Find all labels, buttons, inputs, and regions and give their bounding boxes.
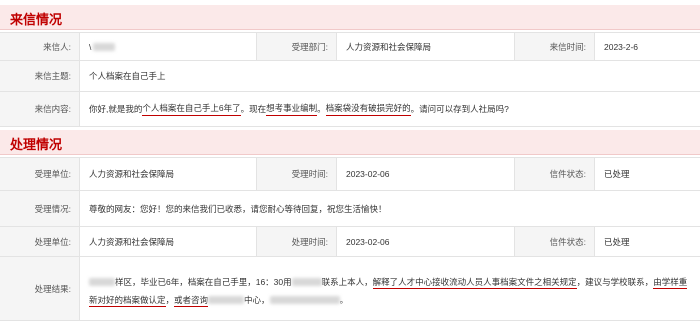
handle-time-label: 处理时间: [257, 227, 337, 256]
status-label: 信件状态: [515, 158, 595, 190]
handle-time-value: 2023-02-06 [337, 227, 515, 256]
result-text: 联系上本人， [321, 276, 373, 287]
result-text: 。 [339, 294, 349, 305]
accept-info-label: 受理情况: [0, 191, 80, 226]
accept-info-value: 尊敬的网友：您好！您的来信我们已收悉，请您耐心等待回复，祝您生活愉快！ [80, 191, 700, 226]
result-text-block: 样区，毕业已6年，档案在自己手里，16：30用 联系上本人，解释了人才中心接收流动… [89, 269, 700, 309]
result-text: 中心， [244, 294, 270, 305]
redacted-block [89, 278, 115, 287]
handle-unit-value: 人力资源和社会保障局 [80, 227, 257, 256]
result-text: ，建议与学校联系， [576, 276, 654, 287]
dept-label: 受理部门: [257, 33, 337, 60]
letter-section-header: 来信情况 [0, 5, 700, 30]
redacted-block [93, 42, 116, 51]
content-value: 你好,就是我的 个人档案在自己手上6年了 。现在 想考事业编制。档案袋没有破损完好的。… [80, 92, 700, 126]
accept-time-value: 2023-02-06 [337, 158, 515, 190]
accept-unit-label: 受理单位: [0, 158, 80, 190]
sender-value: \ [80, 33, 257, 60]
result-label: 处理结果: [0, 257, 80, 320]
result-underlined: 或者咨询 [174, 294, 209, 307]
status2-label: 信件状态: [515, 227, 595, 256]
handling-section-header: 处理情况 [0, 130, 700, 155]
status-value: 已处理 [595, 158, 700, 190]
content-text: 。请问可以存到人社局吗? [410, 104, 509, 114]
result-underlined: 解释了人才中心接收流动人员人事档案文件之相关规定 [372, 276, 577, 289]
sender-name: \ [89, 41, 92, 52]
redacted-block [269, 296, 340, 305]
table-row: 处理单位: 人力资源和社会保障局 处理时间: 2023-02-06 信件状态: … [0, 227, 700, 257]
table-row: 受理情况: 尊敬的网友：您好！您的来信我们已收悉，请您耐心等待回复，祝您生活愉快… [0, 191, 700, 227]
table-row: 处理结果: 样区，毕业已6年，档案在自己手里，16：30用 联系上本人，解释了人才… [0, 257, 700, 321]
status2-value: 已处理 [595, 227, 700, 256]
date-label: 来信时间: [515, 33, 595, 60]
subject-label: 来信主题: [0, 61, 80, 91]
handle-unit-label: 处理单位: [0, 227, 80, 256]
handling-section-title: 处理情况 [10, 138, 63, 153]
content-underlined: 个人档案在自己手上6年了 [142, 102, 241, 116]
content-text: 。 [317, 104, 326, 114]
result-value: 样区，毕业已6年，档案在自己手里，16：30用 联系上本人，解释了人才中心接收流动… [80, 257, 700, 320]
table-row: 受理单位: 人力资源和社会保障局 受理时间: 2023-02-06 信件状态: … [0, 158, 700, 191]
table-row: 来信主题: 个人档案在自己手上 [0, 61, 700, 92]
accept-unit-value: 人力资源和社会保障局 [80, 158, 257, 190]
sender-label: 来信人: [0, 33, 80, 60]
content-underlined: 档案袋没有破损完好的 [325, 102, 411, 116]
dept-value: 人力资源和社会保障局 [337, 33, 515, 60]
handling-info-table: 受理单位: 人力资源和社会保障局 受理时间: 2023-02-06 信件状态: … [0, 157, 700, 321]
content-label: 来信内容: [0, 92, 80, 126]
date-value: 2023-2-6 [595, 33, 700, 60]
accept-time-label: 受理时间: [257, 158, 337, 190]
content-text: 。现在 [240, 104, 267, 114]
letter-section-title: 来信情况 [10, 13, 63, 28]
result-text: 样区，毕业已6年，档案在自己手里，16：30用 [115, 276, 292, 287]
table-row: 来信人: \ 受理部门: 人力资源和社会保障局 来信时间: 2023-2-6 [0, 33, 700, 61]
redacted-block [208, 296, 245, 305]
table-row: 来信内容: 你好,就是我的 个人档案在自己手上6年了 。现在 想考事业编制。档案袋没有… [0, 92, 700, 127]
redacted-block [291, 278, 322, 287]
letter-info-table: 来信人: \ 受理部门: 人力资源和社会保障局 来信时间: 2023-2-6 来… [0, 32, 700, 127]
subject-value: 个人档案在自己手上 [80, 61, 700, 91]
content-text: 你好,就是我的 [89, 104, 143, 114]
content-underlined: 想考事业编制 [266, 102, 318, 116]
result-text: ， [165, 294, 175, 305]
